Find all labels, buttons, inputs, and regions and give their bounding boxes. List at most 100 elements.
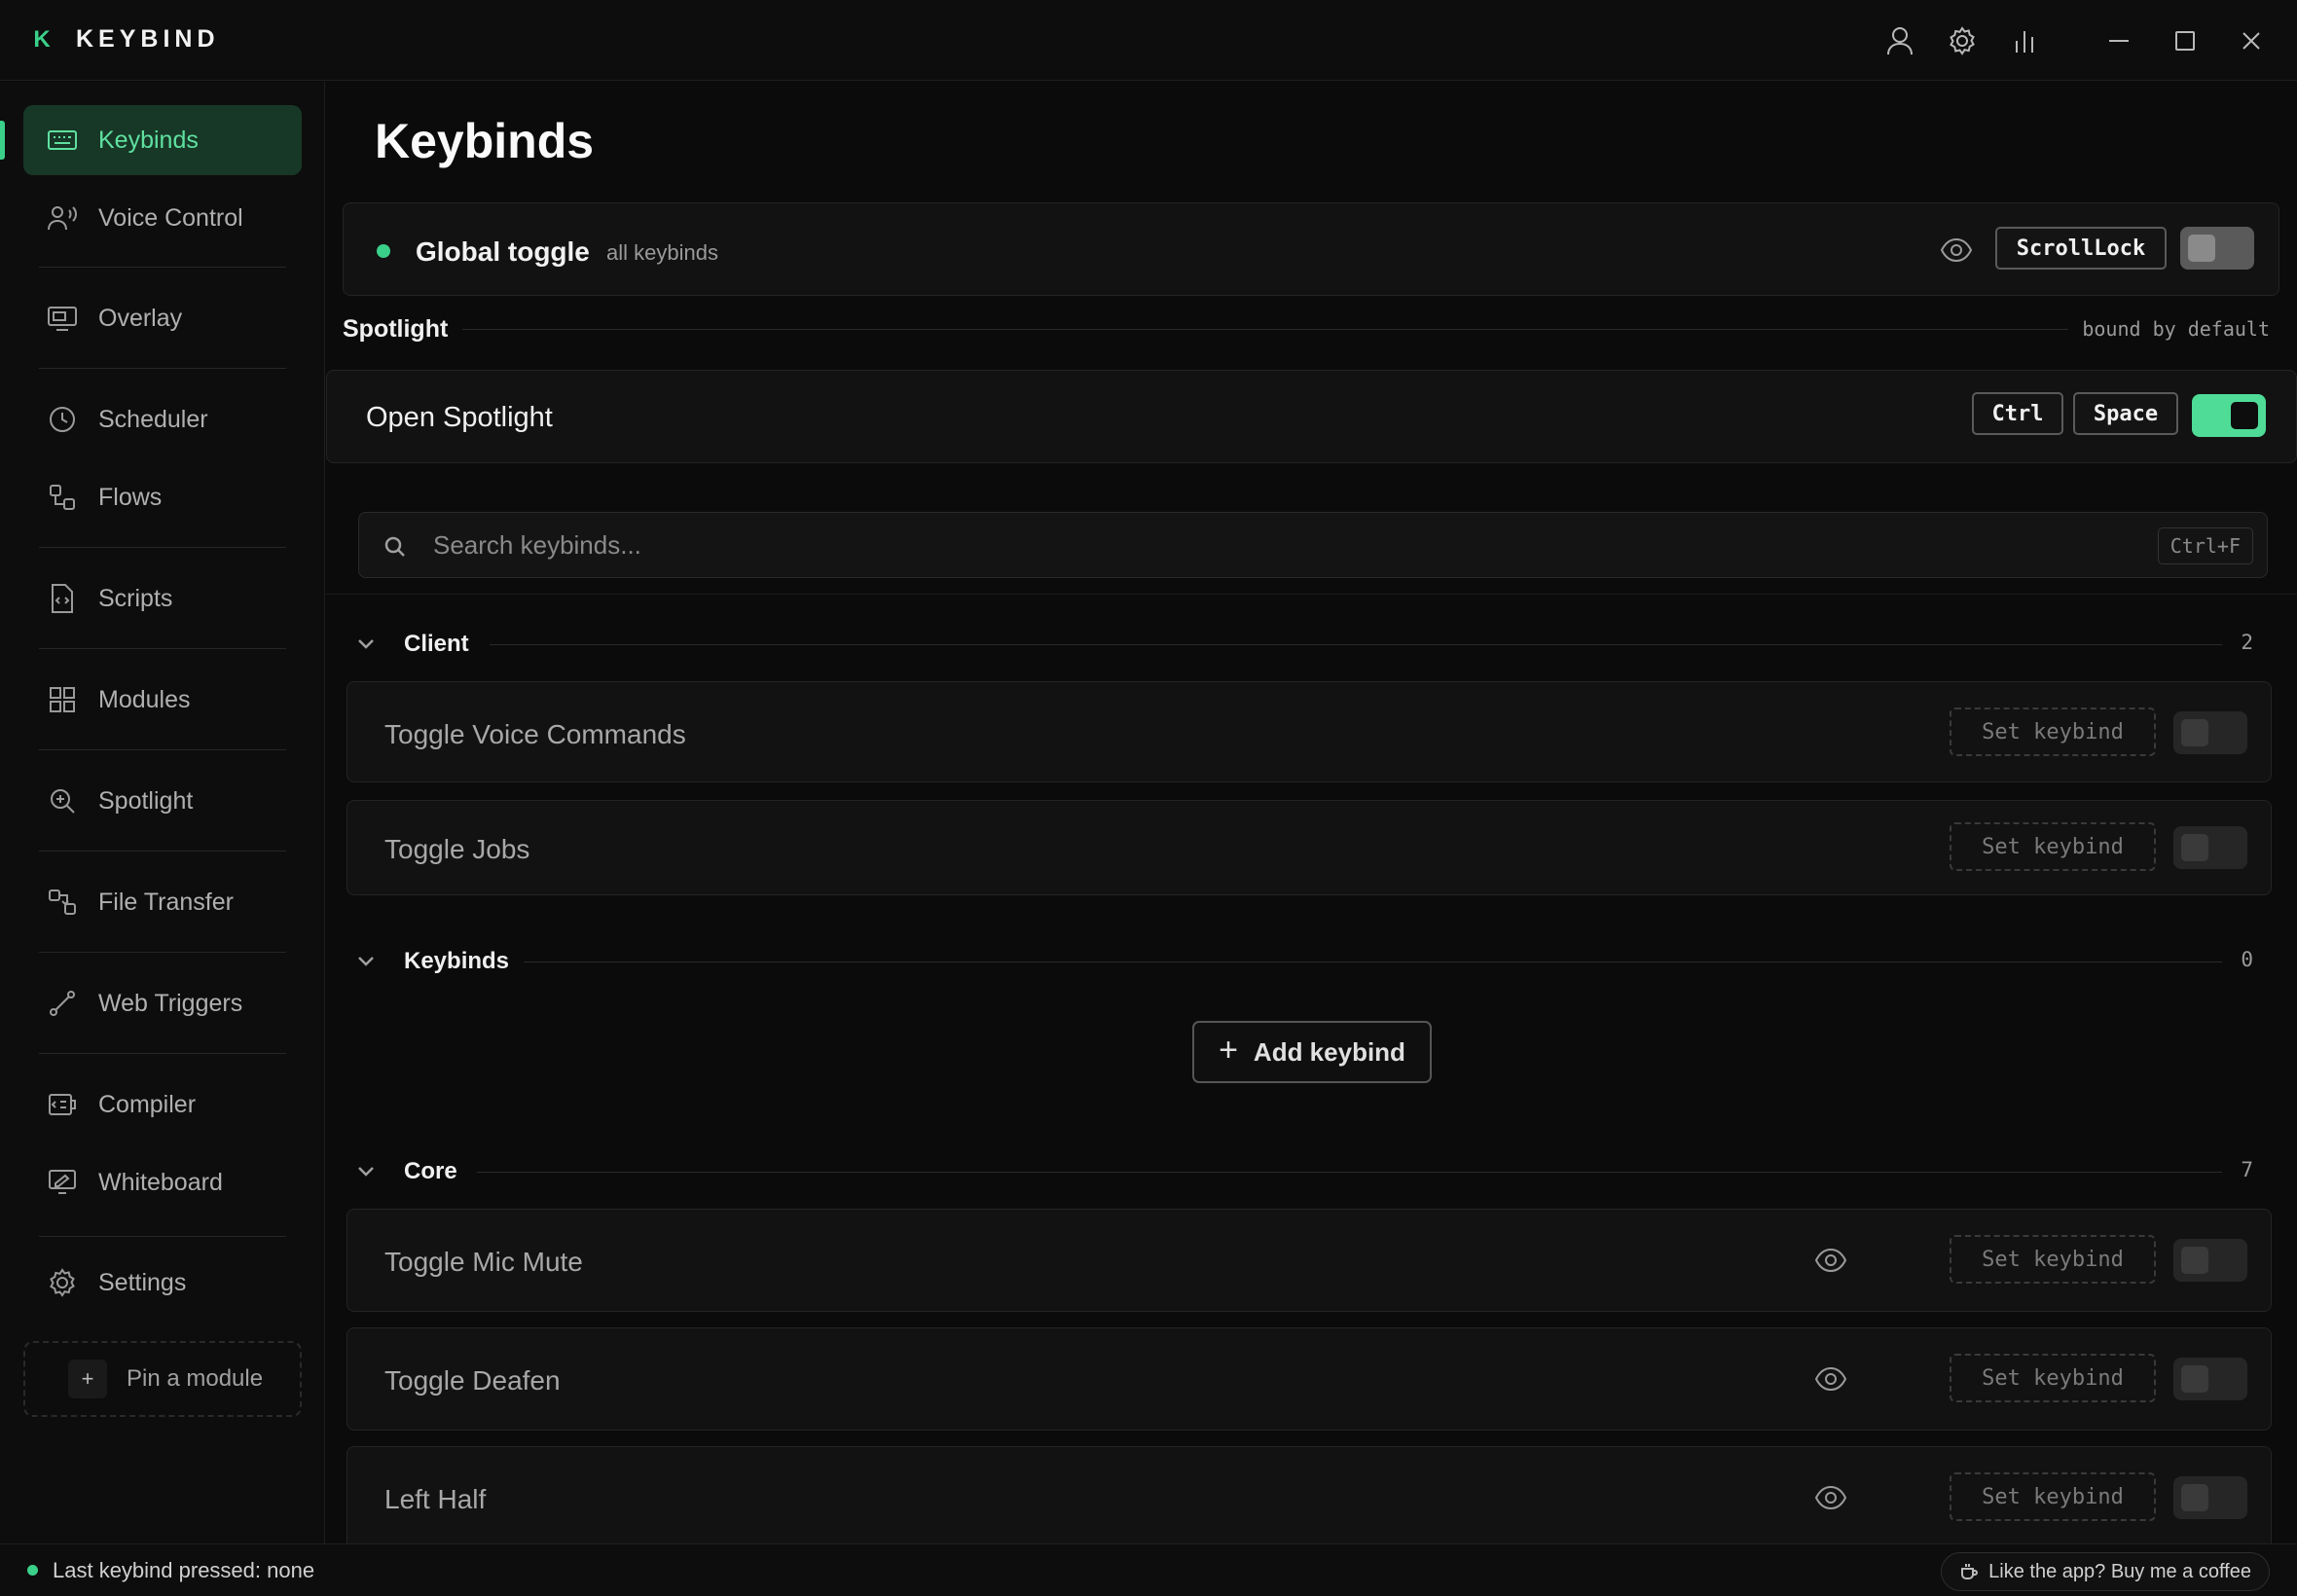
search-input[interactable] (433, 523, 1990, 567)
set-keybind-button[interactable]: Set keybind (1950, 707, 2156, 756)
chevron-down-icon[interactable] (355, 950, 377, 976)
add-keybind-label: Add keybind (1253, 1036, 1405, 1067)
whiteboard-icon (43, 1163, 82, 1202)
sidebar-item-label: Settings (98, 1268, 187, 1296)
sidebar-item-overlay[interactable]: Overlay (23, 283, 302, 353)
keybind-row-label: Toggle Mic Mute (384, 1247, 583, 1277)
set-keybind-button[interactable]: Set keybind (1950, 822, 2156, 871)
sidebar-item-modules[interactable]: Modules (23, 665, 302, 735)
sidebar-item-settings[interactable]: Settings (23, 1248, 302, 1318)
sidebar-item-label: Web Triggers (98, 989, 243, 1017)
section-label: Core (404, 1158, 457, 1184)
section-divider (326, 594, 2297, 595)
sidebar-divider (39, 851, 286, 852)
sidebar-divider (39, 1053, 286, 1054)
sidebar-item-web-triggers[interactable]: Web Triggers (23, 968, 302, 1038)
section-label: Client (404, 631, 469, 657)
eye-icon[interactable] (1814, 1365, 1847, 1397)
section-count: 7 (2241, 1158, 2253, 1181)
set-keybind-button[interactable]: Set keybind (1950, 1235, 2156, 1284)
chevron-down-icon[interactable] (355, 633, 377, 659)
title-bar: K KEYBIND (0, 0, 2297, 81)
set-keybind-button[interactable]: Set keybind (1950, 1472, 2156, 1521)
sidebar-item-compiler[interactable]: Compiler (23, 1070, 302, 1140)
close-icon[interactable] (2232, 21, 2271, 60)
pin-module-label: Pin a module (127, 1365, 264, 1392)
spotlight-toggle-switch[interactable] (2192, 394, 2266, 437)
status-dot (27, 1565, 38, 1576)
sidebar-item-label: Flows (98, 483, 163, 511)
sidebar-item-keybinds[interactable]: Keybinds (23, 105, 302, 175)
sidebar-item-label: Spotlight (98, 786, 194, 815)
global-toggle-card: Global toggle all keybinds ScrollLock (343, 202, 2279, 296)
keybind-row-label: Toggle Deafen (384, 1365, 561, 1396)
spotlight-key-space[interactable]: Space (2073, 392, 2178, 435)
sidebar-item-whiteboard[interactable]: Whiteboard (23, 1147, 302, 1217)
sidebar-item-label: Whiteboard (98, 1168, 223, 1196)
sidebar-divider (39, 368, 286, 369)
sidebar-item-flows[interactable]: Flows (23, 462, 302, 532)
page-title: Keybinds (375, 114, 595, 168)
stats-icon[interactable] (2005, 21, 2044, 60)
keybind-toggle-switch[interactable] (2173, 826, 2247, 869)
section-count: 0 (2241, 948, 2253, 971)
sidebar-item-spotlight[interactable]: Spotlight (23, 766, 302, 836)
spotlight-key-ctrl[interactable]: Ctrl (1972, 392, 2063, 435)
section-keybinds-header[interactable]: Keybinds 0 (326, 942, 2263, 981)
sidebar-divider (39, 1236, 286, 1237)
trigger-icon (43, 984, 82, 1023)
sidebar-item-file-transfer[interactable]: File Transfer (23, 867, 302, 937)
voice-icon (43, 199, 82, 237)
global-toggle-switch[interactable] (2180, 227, 2254, 270)
pin-module-button[interactable]: + Pin a module (23, 1341, 302, 1417)
keybind-row: Toggle Jobs Set keybind (346, 800, 2272, 895)
sidebar-item-label: Overlay (98, 304, 183, 332)
chevron-down-icon[interactable] (355, 1160, 377, 1186)
app-logo: K (33, 26, 51, 53)
keybind-toggle-switch[interactable] (2173, 1476, 2247, 1519)
sidebar-item-scripts[interactable]: Scripts (23, 563, 302, 634)
main-content: Keybinds Global toggle all keybinds Scro… (326, 82, 2297, 1543)
last-keybind-status: Last keybind pressed: none (53, 1558, 315, 1582)
sidebar-divider (39, 648, 286, 649)
section-count: 2 (2241, 631, 2253, 654)
eye-icon[interactable] (1940, 236, 1973, 269)
sidebar: Keybinds Voice Control Overlay Scheduler… (0, 82, 325, 1543)
keybind-row: Toggle Mic Mute Set keybind (346, 1209, 2272, 1312)
plus-icon: + (68, 1360, 107, 1398)
sidebar-item-label: Scheduler (98, 405, 208, 433)
sidebar-item-voice-control[interactable]: Voice Control (23, 183, 302, 253)
gear-icon[interactable] (1943, 21, 1982, 60)
section-core-header[interactable]: Core 7 (326, 1152, 2263, 1191)
buy-coffee-button[interactable]: Like the app? Buy me a coffee (1941, 1552, 2270, 1591)
keybind-toggle-switch[interactable] (2173, 1239, 2247, 1282)
minimize-icon[interactable] (2099, 21, 2138, 60)
keybind-toggle-switch[interactable] (2173, 1358, 2247, 1400)
global-toggle-key[interactable]: ScrollLock (1995, 227, 2167, 270)
eye-icon[interactable] (1814, 1484, 1847, 1516)
status-dot (377, 244, 390, 258)
maximize-icon[interactable] (2166, 21, 2205, 60)
sidebar-item-scheduler[interactable]: Scheduler (23, 384, 302, 454)
keybind-row: Toggle Voice Commands Set keybind (346, 681, 2272, 782)
spotlight-note: bound by default (2082, 317, 2270, 341)
sidebar-divider (39, 267, 286, 268)
flow-icon (43, 478, 82, 517)
section-divider (490, 644, 2222, 645)
eye-icon[interactable] (1814, 1247, 1847, 1279)
open-spotlight-label: Open Spotlight (366, 402, 553, 433)
section-divider (462, 329, 2068, 330)
grid-icon (43, 680, 82, 719)
section-client-header[interactable]: Client 2 (326, 625, 2263, 664)
sidebar-item-label: Keybinds (98, 126, 199, 154)
monitor-icon (43, 299, 82, 338)
set-keybind-button[interactable]: Set keybind (1950, 1354, 2156, 1402)
keybind-toggle-switch[interactable] (2173, 711, 2247, 754)
script-icon (43, 579, 82, 618)
user-icon[interactable] (1880, 21, 1919, 60)
sidebar-item-label: File Transfer (98, 888, 234, 916)
add-keybind-button[interactable]: + Add keybind (1192, 1021, 1432, 1083)
search-bar: Ctrl+F (358, 512, 2268, 578)
global-toggle-label: Global toggle (416, 236, 590, 267)
status-bar: Last keybind pressed: none Like the app?… (0, 1543, 2297, 1596)
